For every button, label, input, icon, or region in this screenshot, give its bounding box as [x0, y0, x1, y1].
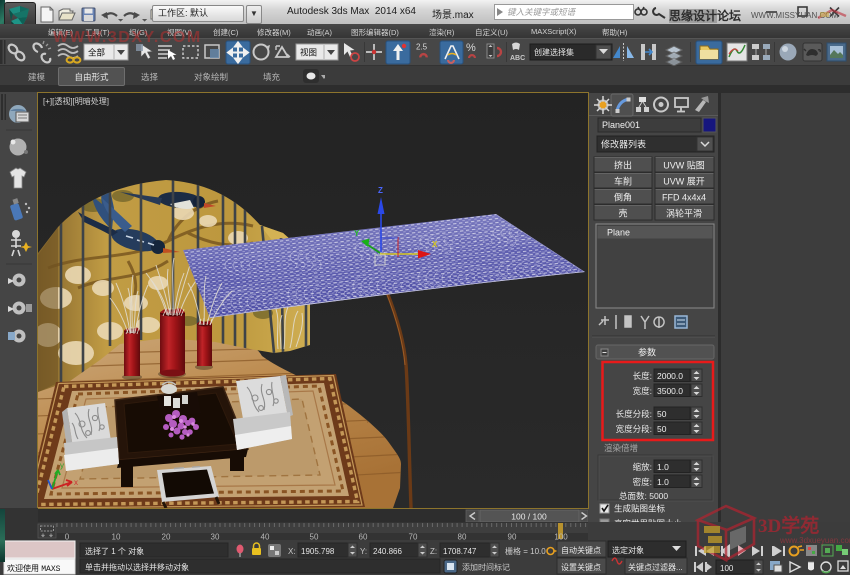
svg-text:ABC: ABC [510, 55, 525, 62]
svg-text:选定对象: 选定对象 [612, 545, 644, 555]
svg-text:宽度分段:: 宽度分段: [616, 424, 652, 434]
svg-text:涡轮平滑: 涡轮平滑 [666, 208, 702, 219]
svg-text:[+][透视][明暗处理]: [+][透视][明暗处理] [43, 96, 109, 106]
svg-text:Z:: Z: [430, 547, 437, 556]
svg-text:60: 60 [359, 533, 368, 541]
svg-text:视图: 视图 [300, 48, 317, 58]
svg-text:50: 50 [657, 409, 667, 419]
svg-text:1905.798: 1905.798 [301, 547, 335, 556]
svg-text:参数: 参数 [638, 347, 656, 358]
svg-text:%: % [466, 42, 476, 54]
svg-text:X: X [432, 240, 438, 249]
svg-text:Z: Z [378, 186, 383, 195]
svg-text:www.3dxueyuan.com: www.3dxueyuan.com [779, 536, 850, 545]
svg-text:10: 10 [112, 533, 121, 541]
svg-text:90: 90 [508, 533, 517, 541]
svg-text:80: 80 [458, 533, 467, 541]
svg-text:2000.0: 2000.0 [657, 371, 683, 381]
svg-text:100: 100 [554, 533, 568, 541]
svg-text:密度:: 密度: [633, 477, 652, 487]
svg-text:总面数: 5000: 总面数: 5000 [619, 491, 668, 501]
svg-text:欢迎使用 MAXS: 欢迎使用 MAXS [7, 563, 61, 574]
svg-text:长度:: 长度: [633, 371, 652, 381]
svg-text:100 / 100: 100 / 100 [511, 512, 547, 522]
svg-text:自动关键点: 自动关键点 [561, 545, 601, 555]
svg-text:50: 50 [657, 424, 667, 434]
svg-text:单击并拖动以选择并移动对象: 单击并拖动以选择并移动对象 [85, 562, 189, 572]
svg-text:倒角: 倒角 [614, 192, 632, 203]
svg-text:挤出: 挤出 [614, 160, 632, 171]
svg-text:70: 70 [409, 533, 418, 541]
svg-text:30: 30 [211, 533, 220, 541]
svg-text:选择了 1 个 对象: 选择了 1 个 对象 [85, 546, 144, 556]
svg-text:Y: Y [354, 229, 360, 238]
svg-text:缩放:: 缩放: [633, 462, 652, 472]
svg-text:添加时间标记: 添加时间标记 [462, 562, 510, 572]
svg-text:全部: 全部 [88, 48, 106, 58]
svg-text:设置关键点: 设置关键点 [561, 562, 601, 572]
svg-text:UVW 贴图: UVW 贴图 [663, 160, 705, 171]
svg-text:修改器列表: 修改器列表 [601, 139, 646, 150]
svg-text:2.5: 2.5 [416, 43, 428, 52]
svg-text:20: 20 [162, 533, 171, 541]
svg-text:40: 40 [261, 533, 270, 541]
svg-text:渲染倍增: 渲染倍增 [604, 443, 638, 453]
svg-text:3D学苑: 3D学苑 [758, 514, 819, 537]
svg-text:车削: 车削 [614, 176, 632, 187]
svg-text:240.866: 240.866 [373, 547, 402, 556]
svg-text:栅格 = 10.0: 栅格 = 10.0 [505, 546, 546, 556]
svg-text:生成贴图坐标: 生成贴图坐标 [614, 504, 666, 514]
svg-text:宽度:: 宽度: [633, 386, 652, 396]
svg-text:1708.747: 1708.747 [443, 547, 477, 556]
svg-text:创建选择集: 创建选择集 [534, 47, 574, 57]
svg-text:Plane: Plane [607, 228, 630, 238]
svg-text:1.0: 1.0 [657, 477, 669, 487]
svg-text:3500.0: 3500.0 [657, 386, 683, 396]
svg-text:1.0: 1.0 [657, 462, 669, 472]
svg-text:Y:: Y: [360, 547, 367, 556]
svg-text:FFD 4x4x4: FFD 4x4x4 [662, 193, 706, 203]
svg-text:长度分段:: 长度分段: [616, 409, 652, 419]
svg-text:0: 0 [65, 533, 70, 541]
svg-text:关键点过滤器...: 关键点过滤器... [628, 562, 683, 572]
svg-text:X:: X: [288, 547, 296, 556]
svg-text:50: 50 [310, 533, 319, 541]
svg-text:UVW 展开: UVW 展开 [663, 177, 705, 187]
svg-text:壳: 壳 [618, 208, 627, 219]
svg-text:x: x [74, 478, 78, 487]
svg-text:Plane001: Plane001 [602, 120, 640, 130]
svg-text:y: y [60, 461, 64, 470]
